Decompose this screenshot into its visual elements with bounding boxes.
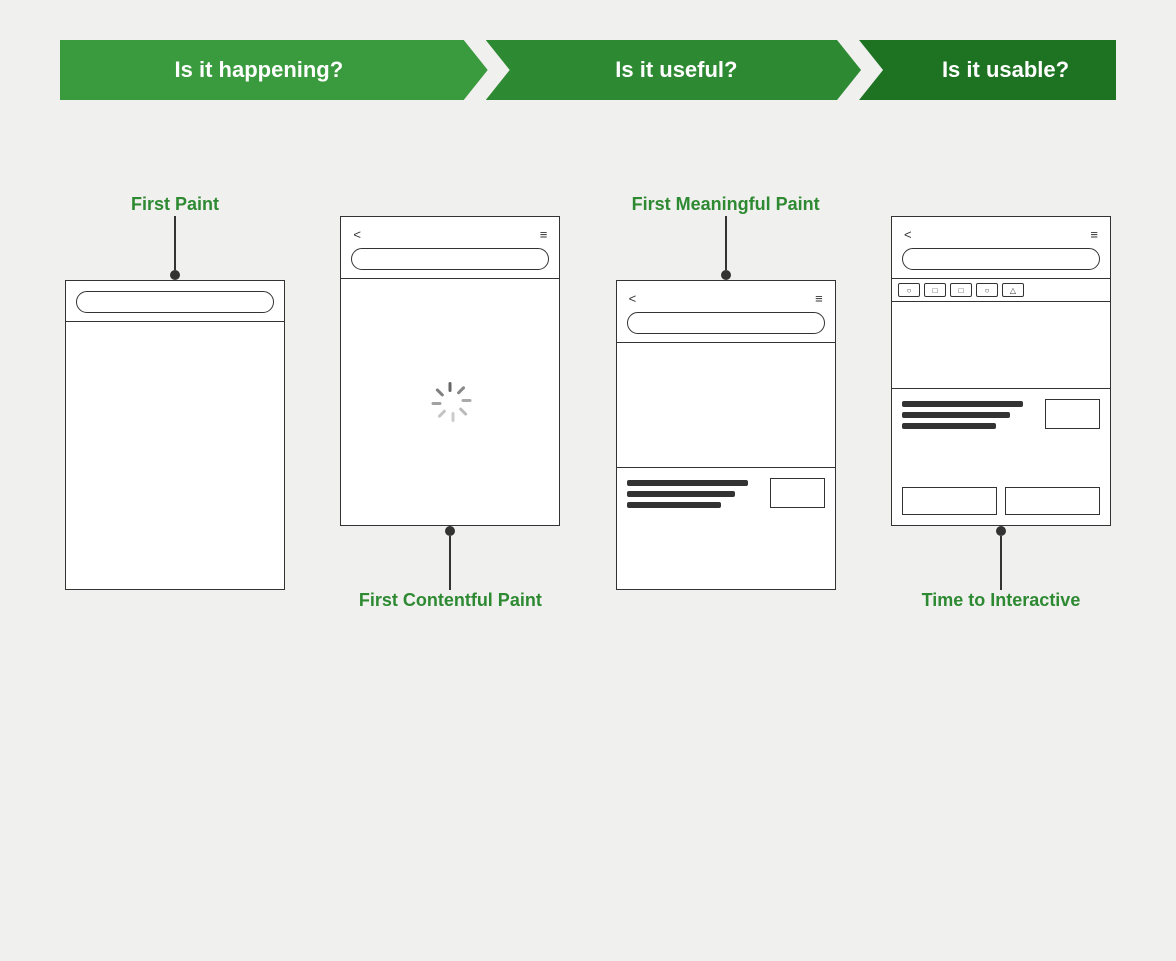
mockup-first-meaningful-paint: < ≡ bbox=[616, 280, 836, 590]
connector-tick bbox=[725, 216, 727, 228]
mock-buttons-row bbox=[892, 479, 1110, 525]
mock-image-area bbox=[892, 302, 1110, 389]
diagram: First Paint < ≡ bbox=[60, 160, 1116, 646]
text-line bbox=[902, 412, 1010, 418]
mock-text-lines bbox=[902, 399, 1037, 471]
mock-search-bar bbox=[627, 312, 825, 334]
mock-tab-triangle: △ bbox=[1002, 283, 1024, 297]
spinner-container bbox=[341, 279, 559, 525]
mock-header: < ≡ bbox=[341, 217, 559, 279]
mock-body bbox=[892, 302, 1110, 525]
mock-tab-circle: ○ bbox=[898, 283, 920, 297]
mock-content-area bbox=[892, 389, 1110, 479]
banner-segment-usable: Is it usable? bbox=[859, 40, 1116, 100]
mock-tab-square2: □ bbox=[950, 283, 972, 297]
mockup-time-to-interactive: < ≡ ○ □ □ ○ △ bbox=[891, 216, 1111, 526]
mock-text-lines bbox=[627, 478, 762, 581]
mock-header: < ≡ bbox=[892, 217, 1110, 279]
connector-tick bbox=[449, 578, 451, 590]
time-to-interactive-label: Time to Interactive bbox=[922, 590, 1081, 646]
text-line bbox=[902, 401, 1024, 407]
mock-secondary-button bbox=[1005, 487, 1100, 515]
connector-line bbox=[174, 228, 176, 270]
connector-line bbox=[1000, 536, 1002, 578]
mockup-first-contentful-paint: < ≡ bbox=[340, 216, 560, 526]
banner-segment-happening: Is it happening? bbox=[60, 40, 488, 100]
mock-tab-square1: □ bbox=[924, 283, 946, 297]
connector-dot bbox=[170, 270, 180, 280]
mock-empty-body bbox=[66, 322, 284, 589]
col-first-paint: First Paint bbox=[60, 160, 290, 646]
mock-header: < ≡ bbox=[617, 281, 835, 343]
mock-nav: < ≡ bbox=[351, 227, 549, 242]
text-line bbox=[627, 480, 749, 486]
loading-spinner bbox=[430, 382, 470, 422]
mockup-first-paint bbox=[65, 280, 285, 590]
banner-segment-useful: Is it useful? bbox=[486, 40, 861, 100]
mock-search-bar bbox=[76, 291, 274, 313]
connector-first-paint bbox=[170, 216, 180, 280]
text-line bbox=[902, 423, 997, 429]
first-meaningful-paint-label: First Meaningful Paint bbox=[632, 160, 820, 216]
mock-cta-button bbox=[1045, 399, 1100, 429]
mock-header bbox=[66, 281, 284, 322]
banner: Is it happening? Is it useful? Is it usa… bbox=[60, 40, 1116, 100]
mock-content-area bbox=[617, 468, 835, 589]
connector-dot bbox=[721, 270, 731, 280]
connector-line bbox=[725, 228, 727, 270]
col-time-to-interactive: < ≡ ○ □ □ ○ △ bbox=[886, 160, 1116, 646]
mock-tab-circle2: ○ bbox=[976, 283, 998, 297]
connector-line bbox=[449, 536, 451, 578]
text-line bbox=[627, 491, 735, 497]
first-contentful-paint-label: First Contentful Paint bbox=[359, 590, 542, 646]
mock-search-bar bbox=[902, 248, 1100, 270]
mock-primary-button bbox=[902, 487, 997, 515]
first-paint-label: First Paint bbox=[131, 160, 219, 216]
connector-first-contentful-paint bbox=[445, 526, 455, 590]
col-first-contentful-paint: < ≡ bbox=[335, 160, 565, 646]
mock-search-bar bbox=[351, 248, 549, 270]
connector-first-meaningful-paint bbox=[721, 216, 731, 280]
text-line bbox=[627, 502, 722, 508]
connector-tick bbox=[1000, 578, 1002, 590]
mock-nav: < ≡ bbox=[627, 291, 825, 306]
connector-dot bbox=[445, 526, 455, 536]
mock-nav: < ≡ bbox=[902, 227, 1100, 242]
connector-tick bbox=[174, 216, 176, 228]
connector-dot bbox=[996, 526, 1006, 536]
mock-tab-bar: ○ □ □ ○ △ bbox=[892, 279, 1110, 302]
col-first-meaningful-paint: First Meaningful Paint < ≡ bbox=[611, 160, 841, 646]
connector-time-to-interactive bbox=[996, 526, 1006, 590]
mock-image-area bbox=[617, 343, 835, 468]
mock-cta-button bbox=[770, 478, 825, 508]
mock-body bbox=[617, 343, 835, 589]
